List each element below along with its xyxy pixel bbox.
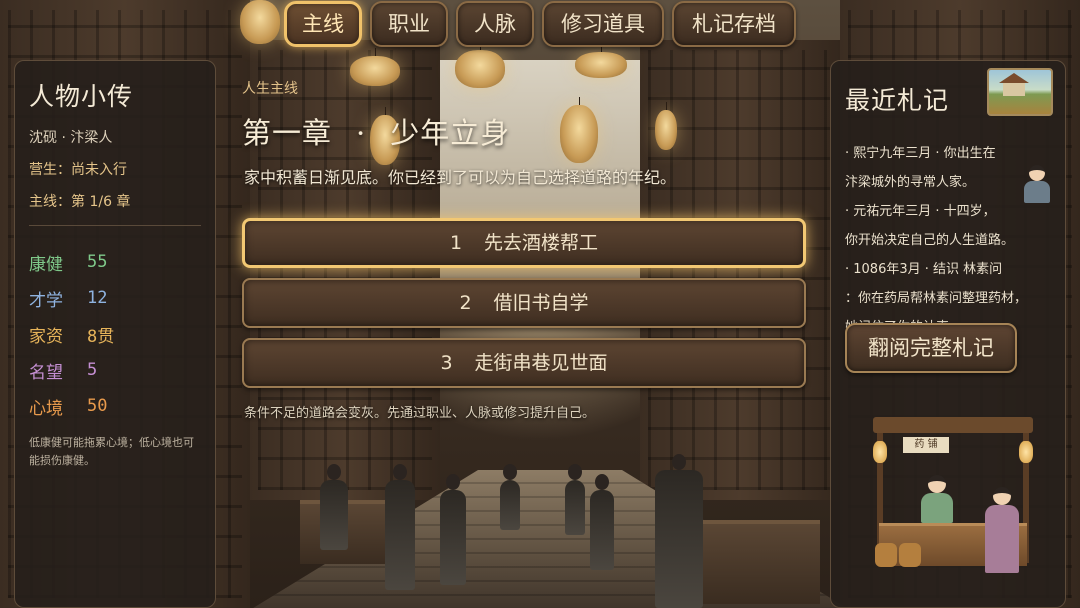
stat-mood: 心境 50 (29, 388, 201, 424)
divider (29, 225, 201, 226)
note-line: 你开始决定自己的人生道路。 (845, 233, 1015, 248)
pedestrian (320, 464, 348, 550)
bio-livelihood: 营生：尚未入行 (29, 162, 127, 178)
stat-reputation: 名望 5 (29, 352, 201, 388)
pedestrian (385, 464, 415, 590)
pedestrian (440, 474, 466, 585)
choice-label: 借旧书自学 (493, 292, 589, 314)
stat-label: 心境 (29, 398, 63, 419)
stat-wealth: 家资 8贯 (29, 316, 201, 352)
shopkeeper-body (921, 493, 953, 523)
stat-note: 低康健可能拖累心境；低心境也可能损伤康健。 (29, 436, 194, 467)
note-line: · 熙宁九年三月 · 你出生在 (845, 146, 996, 161)
tab-career[interactable]: 职业 (370, 1, 448, 47)
note-line: · 1086年3月 · 结识 林素问 (845, 262, 1003, 277)
shop-lantern-icon (873, 441, 887, 463)
herb-pot-icon (875, 543, 897, 567)
customer-figure (985, 487, 1019, 573)
tab-mainline[interactable]: 主线 (284, 1, 362, 47)
shopkeeper-figure (919, 475, 955, 523)
bio-title: 人物小传 (29, 82, 134, 111)
youth-avatar-icon (1021, 165, 1053, 205)
customer-head (993, 487, 1011, 505)
avatar-head (1029, 165, 1045, 181)
shop-lantern-icon (1019, 441, 1033, 463)
path-hint: 条件不足的道路会变灰。先通过职业、人脉或修习提升自己。 (244, 406, 596, 421)
tab-journal-saves[interactable]: 札记存档 (672, 1, 796, 47)
choice-label: 先去酒楼帮工 (484, 232, 599, 254)
note-line: ：你在药局帮林素问整理药材， (845, 291, 1028, 306)
stat-label: 名望 (29, 362, 63, 383)
pedestrian (590, 474, 614, 570)
bio-identity: 沈砚 · 汴梁人 (29, 130, 113, 146)
chapter-number: 第一章 (242, 116, 333, 150)
recent-notes-panel: 最近札记 · 熙宁九年三月 · 你出生在 汴梁城外的寻常人家。 · 元祐元年三月… (830, 60, 1066, 608)
shop-sign: 药 铺 (903, 437, 949, 453)
choice-label: 走街串巷见世面 (474, 352, 608, 374)
choice-button-2[interactable]: 2 借旧书自学 (242, 278, 806, 328)
choice-number: 3 (440, 352, 453, 374)
chapter-name: 少年立身 (390, 116, 511, 150)
avatar-body (1024, 181, 1050, 203)
herb-pot-icon (899, 543, 921, 567)
story-panel: 人生主线 第一章 · 少年立身 家中积蓄日渐见底。你已经到了可以为自己选择道路的年纪… (228, 62, 828, 422)
stat-label: 康健 (29, 254, 63, 275)
chapter-title: 第一章 · 少年立身 (242, 110, 510, 152)
stat-learning: 才学 12 (29, 280, 201, 316)
herb-shop-illustration: 药 铺 (873, 417, 1033, 577)
customer-body (985, 505, 1019, 573)
farmhouse-thumbnail-icon (987, 68, 1053, 116)
section-label: 人生主线 (242, 81, 298, 97)
shopkeeper-head (928, 475, 946, 493)
pedestrian (655, 454, 703, 608)
choice-number: 1 (449, 232, 463, 254)
bio-mainline-progress: 主线：第 1/6 章 (29, 194, 131, 210)
stat-value: 12 (87, 288, 108, 308)
market-stall (700, 520, 820, 604)
shop-roof (873, 417, 1033, 433)
stat-value: 55 (87, 252, 108, 272)
story-text: 家中积蓄日渐见底。你已经到了可以为自己选择道路的年纪。 (244, 168, 677, 187)
house-icon (999, 73, 1029, 96)
lantern-icon (240, 0, 280, 44)
choice-button-3[interactable]: 3 走街串巷见世面 (242, 338, 806, 388)
stat-health: 康健 55 (29, 244, 201, 280)
character-bio-panel: 人物小传 沈砚 · 汴梁人 营生：尚未入行 主线：第 1/6 章 康健 55 才… (14, 60, 216, 608)
chapter-separator: · (356, 116, 367, 150)
stat-value: 50 (87, 396, 108, 416)
stat-label: 家资 (29, 326, 63, 347)
tab-training-items[interactable]: 修习道具 (542, 1, 664, 47)
view-full-journal-button[interactable]: 翻阅完整札记 (845, 323, 1017, 373)
pedestrian (565, 464, 585, 535)
stat-label: 才学 (29, 290, 63, 311)
stat-value: 5 (87, 360, 98, 380)
choice-number: 2 (459, 292, 472, 314)
tab-connections[interactable]: 人脉 (456, 1, 534, 47)
stat-value: 8贯 (87, 326, 115, 347)
choice-button-1[interactable]: 1 先去酒楼帮工 (242, 218, 806, 268)
pedestrian (500, 464, 520, 530)
